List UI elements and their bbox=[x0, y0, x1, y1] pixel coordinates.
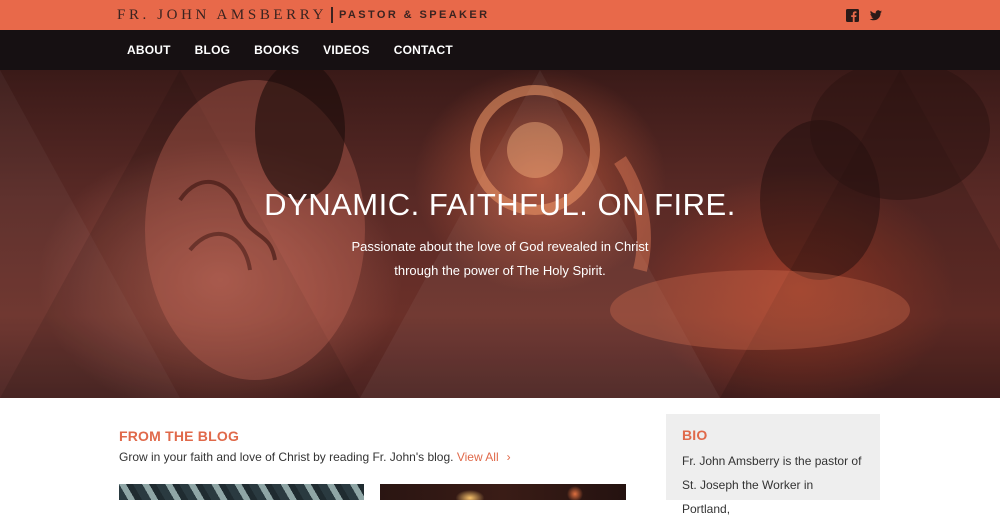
brand-divider bbox=[331, 7, 333, 23]
view-all-link[interactable]: View All bbox=[457, 450, 499, 464]
hero-banner: DYNAMIC. FAITHFUL. ON FIRE. Passionate a… bbox=[0, 70, 1000, 398]
site-name[interactable]: FR. JOHN AMSBERRY bbox=[117, 7, 327, 24]
facebook-icon[interactable] bbox=[846, 9, 859, 22]
blog-section-title: FROM THE BLOG bbox=[119, 428, 240, 444]
bio-text: Fr. John Amsberry is the pastor of St. J… bbox=[682, 454, 862, 516]
hero-subtitle: Passionate about the love of God reveale… bbox=[351, 239, 649, 278]
twitter-icon[interactable] bbox=[869, 9, 882, 22]
blog-post-thumbnail[interactable] bbox=[119, 484, 364, 500]
nav-item-books[interactable]: BOOKS bbox=[254, 43, 299, 57]
top-bar: FR. JOHN AMSBERRY PASTOR & SPEAKER bbox=[0, 0, 1000, 30]
blog-description-line: Grow in your faith and love of Christ by… bbox=[119, 450, 629, 464]
hero-background-image bbox=[0, 70, 1000, 398]
hero-title: DYNAMIC. FAITHFUL. ON FIRE. bbox=[264, 187, 736, 222]
nav-item-blog[interactable]: BLOG bbox=[195, 43, 230, 57]
main-nav: ABOUT BLOG BOOKS VIDEOS CONTACT bbox=[0, 30, 1000, 70]
chevron-right-icon[interactable]: › bbox=[507, 450, 511, 464]
site-brand[interactable]: FR. JOHN AMSBERRY PASTOR & SPEAKER bbox=[117, 0, 489, 30]
blog-section: FROM THE BLOG Grow in your faith and lov… bbox=[119, 428, 629, 464]
bio-panel: BIO Fr. John Amsberry is the pastor of S… bbox=[666, 414, 880, 516]
nav-item-about[interactable]: ABOUT bbox=[127, 43, 171, 57]
bio-title: BIO bbox=[682, 427, 708, 443]
blog-description: Grow in your faith and love of Christ by… bbox=[119, 450, 454, 464]
blog-post-thumbnail[interactable] bbox=[380, 484, 626, 500]
social-links bbox=[846, 9, 882, 22]
nav-item-contact[interactable]: CONTACT bbox=[394, 43, 453, 57]
site-tagline: PASTOR & SPEAKER bbox=[339, 9, 490, 21]
nav-list: ABOUT BLOG BOOKS VIDEOS CONTACT bbox=[127, 30, 477, 70]
nav-item-videos[interactable]: VIDEOS bbox=[323, 43, 370, 57]
